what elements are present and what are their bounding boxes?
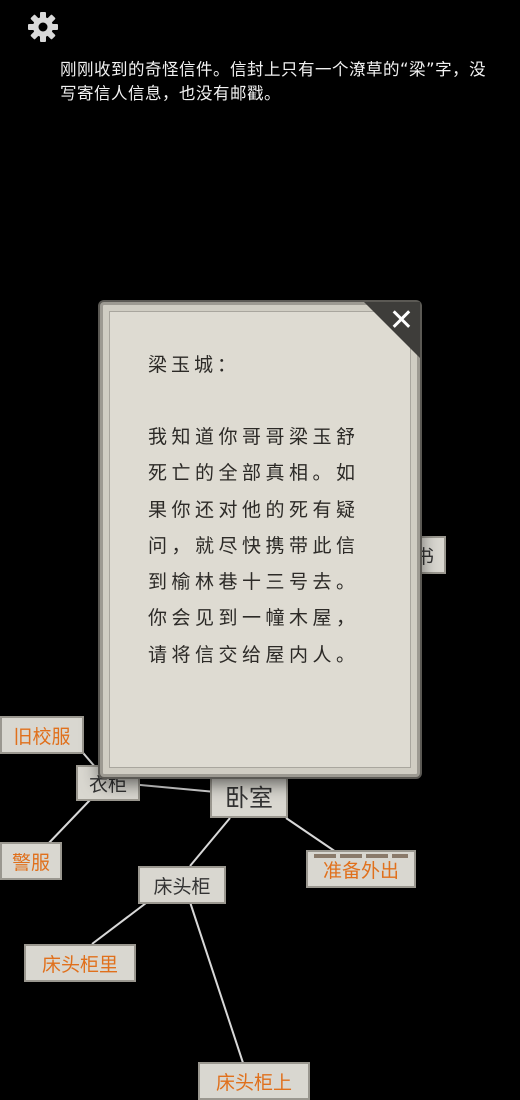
letter-line: 你会见到一幢木屋， <box>148 607 360 630</box>
node-label: 床头柜上 <box>215 1072 292 1094</box>
node-police-uniform[interactable]: 警服 <box>0 842 62 880</box>
letter-line: 死亡的全部真相。如 <box>148 462 360 485</box>
node-label: 床头柜里 <box>41 953 118 976</box>
node-nightstand-inside[interactable]: 床头柜里 <box>24 944 136 982</box>
close-icon: ✕ <box>388 303 414 338</box>
letter-line: 到榆林巷十三号去。 <box>148 571 360 594</box>
exit-stripe <box>314 854 408 858</box>
node-label: 床头柜 <box>153 875 211 898</box>
letter-modal: 梁玉城： 我知道你哥哥梁玉舒 死亡的全部真相。如 果你还对他的死有疑 问，就尽快… <box>100 302 420 777</box>
letter-line: 果你还对他的死有疑 <box>148 498 360 521</box>
node-old-uniform[interactable]: 旧校服 <box>0 716 84 754</box>
node-label: 旧校服 <box>13 725 71 748</box>
letter-paper: 梁玉城： 我知道你哥哥梁玉舒 死亡的全部真相。如 果你还对他的死有疑 问，就尽快… <box>109 311 411 768</box>
letter-line: 请将信交给屋内人。 <box>148 643 360 666</box>
node-label: 卧室 <box>225 783 273 812</box>
letter-line: 我知道你哥哥梁玉舒 <box>148 426 360 448</box>
close-button[interactable]: ✕ <box>364 302 420 358</box>
node-label: 警服 <box>11 851 50 874</box>
letter-salutation: 梁玉城： <box>148 354 241 376</box>
node-nightstand-top[interactable]: 床头柜上 <box>198 1062 310 1100</box>
node-bedroom[interactable]: 卧室 <box>210 772 288 818</box>
node-label: 准备外出 <box>322 859 399 882</box>
node-go-out[interactable]: 准备外出 <box>306 850 416 888</box>
node-nightstand[interactable]: 床头柜 <box>138 866 226 904</box>
letter-body: 我知道你哥哥梁玉舒 死亡的全部真相。如 果你还对他的死有疑 问，就尽快携带此信 … <box>148 419 398 673</box>
letter-line: 问，就尽快携带此信 <box>148 534 360 557</box>
